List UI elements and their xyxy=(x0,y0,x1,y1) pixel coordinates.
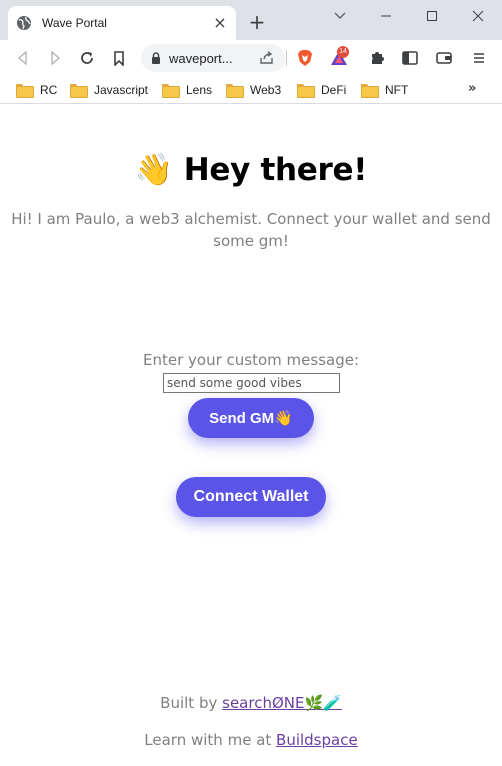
more-bookmarks-icon[interactable]: » xyxy=(468,81,476,96)
bookmark-folder-nft[interactable]: NFT xyxy=(361,81,408,99)
tab-search-icon[interactable] xyxy=(330,6,350,26)
folder-icon xyxy=(16,84,34,98)
brave-rewards-icon[interactable]: 14 xyxy=(328,46,350,69)
new-tab-button[interactable]: + xyxy=(246,11,268,33)
page-title: 👋 Hey there! xyxy=(0,151,502,188)
toolbar-divider xyxy=(286,50,287,66)
folder-icon xyxy=(297,84,315,98)
bookmark-folder-javascript[interactable]: Javascript xyxy=(70,81,148,99)
message-label: Enter your custom message: xyxy=(143,351,359,369)
bookmark-label: NFT xyxy=(385,83,409,97)
reload-icon[interactable] xyxy=(76,47,98,69)
author-link[interactable]: searchØNE🌿🧪 xyxy=(222,694,342,712)
page-content: 👋 Hey there! Hi! I am Paulo, a web3 alch… xyxy=(0,105,502,766)
sidebar-icon[interactable] xyxy=(399,47,421,69)
lock-icon[interactable] xyxy=(151,49,161,68)
share-icon[interactable] xyxy=(256,47,278,69)
bookmark-label: Lens xyxy=(186,83,213,97)
heading-text: Hey there! xyxy=(183,152,368,188)
forward-icon[interactable] xyxy=(44,47,66,69)
buildspace-link[interactable]: Buildspace xyxy=(276,731,358,749)
bio-text: Hi! I am Paulo, a web3 alchemist. Connec… xyxy=(11,210,491,250)
rewards-badge: 14 xyxy=(337,46,349,58)
footer-built-by: Built by searchØNE🌿🧪 xyxy=(0,694,502,712)
bookmark-folder-web3[interactable]: Web3 xyxy=(226,81,281,99)
connect-wallet-button[interactable]: Connect Wallet xyxy=(176,477,326,517)
folder-icon xyxy=(162,84,180,98)
wallet-icon[interactable] xyxy=(433,47,455,69)
bookmark-folder-defi[interactable]: DeFi xyxy=(297,81,346,99)
tab-title: Wave Portal xyxy=(42,16,107,30)
back-icon[interactable] xyxy=(12,47,34,69)
bookmark-label: DeFi xyxy=(321,83,347,97)
message-input[interactable] xyxy=(163,373,340,393)
bookmark-folder-lens[interactable]: Lens xyxy=(162,81,212,99)
folder-icon xyxy=(226,84,244,98)
learn-prefix: Learn with me at xyxy=(144,731,277,749)
bookmark-icon[interactable] xyxy=(108,47,130,69)
send-gm-button[interactable]: Send GM👋 xyxy=(188,398,314,438)
globe-icon xyxy=(16,15,32,31)
bookmark-label: Web3 xyxy=(250,83,282,97)
maximize-icon[interactable] xyxy=(422,6,442,26)
browser-tab[interactable]: Wave Portal × xyxy=(8,6,236,40)
bookmarks-bar: RC Javascript Lens Web3 DeFi NFT » xyxy=(0,76,502,104)
close-window-icon[interactable] xyxy=(468,6,488,26)
url-text[interactable]: waveport... xyxy=(169,51,233,66)
browser-titlebar: Wave Portal × + xyxy=(0,0,502,40)
menu-icon[interactable] xyxy=(468,47,490,69)
bookmark-label: RC xyxy=(40,83,58,97)
folder-icon xyxy=(70,84,88,98)
close-tab-icon[interactable]: × xyxy=(212,15,228,31)
waving-hand-icon: 👋 xyxy=(134,152,174,188)
folder-icon xyxy=(361,84,379,98)
extensions-icon[interactable] xyxy=(366,47,388,69)
browser-toolbar: waveport... 14 xyxy=(0,40,502,76)
bookmark-folder-rc[interactable]: RC xyxy=(16,81,57,99)
footer-learn: Learn with me at Buildspace xyxy=(0,731,502,749)
brave-shields-icon[interactable] xyxy=(294,47,316,69)
minimize-icon[interactable] xyxy=(376,6,396,26)
built-by-prefix: Built by xyxy=(160,694,223,712)
bookmark-label: Javascript xyxy=(94,83,149,97)
